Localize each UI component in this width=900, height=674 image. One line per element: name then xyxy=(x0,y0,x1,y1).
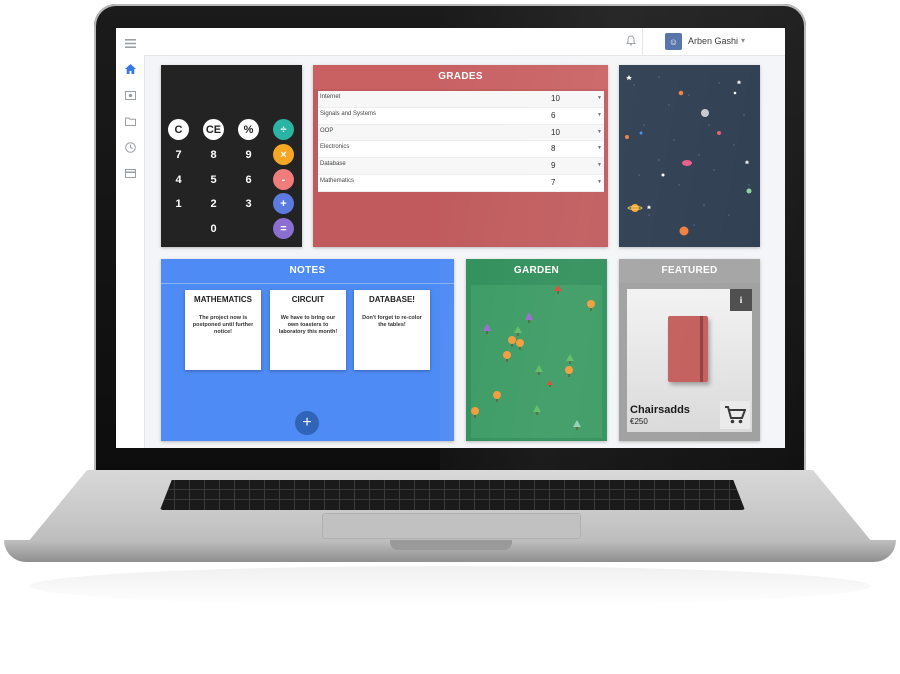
notes-widget: NOTES MATHEMATICS The project now is pos… xyxy=(161,259,454,441)
featured-title: FEATURED xyxy=(619,259,760,283)
calc-key-3[interactable]: 3 xyxy=(238,193,259,214)
chevron-down-icon[interactable]: ▼ xyxy=(597,112,602,118)
grade-row[interactable]: Internet 10 ▼ xyxy=(318,91,604,108)
note-card[interactable]: DATABASE! Don't forget to re-color the t… xyxy=(354,290,430,370)
calculator-widget: C CE % ÷ 7 8 9 × 4 5 6 - 1 2 3 + 0 = xyxy=(161,65,302,247)
laptop-keyboard xyxy=(160,480,745,510)
grade-value[interactable]: 9 xyxy=(551,161,555,170)
chevron-down-icon[interactable]: ▼ xyxy=(597,179,602,185)
grade-subject: Signals and Systems xyxy=(320,110,377,117)
grade-subject: OOP xyxy=(320,127,334,134)
note-card[interactable]: CIRCUIT We have to bring our own toaster… xyxy=(270,290,346,370)
calc-key-clear-entry[interactable]: CE xyxy=(203,119,224,140)
calc-key-divide[interactable]: ÷ xyxy=(273,119,294,140)
calc-key-8[interactable]: 8 xyxy=(203,144,224,165)
garden-field xyxy=(471,285,602,438)
calc-key-2[interactable]: 2 xyxy=(203,193,224,214)
chevron-down-icon[interactable]: ▼ xyxy=(597,145,602,151)
product-image xyxy=(668,316,708,382)
featured-widget: FEATURED i Chairsadds €250 xyxy=(619,259,760,441)
space-scene xyxy=(625,75,752,236)
screen: ☺ Arben Gashi ▾ C CE % ÷ 7 8 9 × 4 5 6 -… xyxy=(116,28,785,448)
notes-title: NOTES xyxy=(161,259,454,284)
calc-key-6[interactable]: 6 xyxy=(238,169,259,190)
calc-key-clear[interactable]: C xyxy=(168,119,189,140)
laptop-mockup: ☺ Arben Gashi ▾ C CE % ÷ 7 8 9 × 4 5 6 -… xyxy=(0,0,900,674)
calc-key-7[interactable]: 7 xyxy=(168,144,189,165)
calc-key-0[interactable]: 0 xyxy=(203,218,224,239)
grade-value[interactable]: 10 xyxy=(551,94,560,103)
topbar: ☺ Arben Gashi ▾ xyxy=(144,28,785,56)
note-title: CIRCUIT xyxy=(291,295,325,304)
garden-widget: GARDEN xyxy=(466,259,607,441)
grade-subject: Mathematics xyxy=(320,177,355,184)
grade-subject: Electronics xyxy=(320,144,350,151)
calc-key-multiply[interactable]: × xyxy=(273,144,294,165)
garden-title: GARDEN xyxy=(513,265,560,276)
calc-key-equals[interactable]: = xyxy=(273,218,294,239)
garden-trees xyxy=(471,285,595,430)
calc-key-5[interactable]: 5 xyxy=(203,169,224,190)
cart-icon[interactable] xyxy=(720,401,750,429)
chevron-down-icon[interactable]: ▾ xyxy=(741,36,745,45)
chevron-down-icon[interactable]: ▼ xyxy=(597,95,602,101)
grades-widget: GRADES Internet 10 ▼ Signals and Systems… xyxy=(313,65,608,247)
calc-key-plus[interactable]: + xyxy=(273,193,294,214)
grade-value[interactable]: 7 xyxy=(551,178,555,187)
laptop-notch xyxy=(390,540,512,550)
product-price: €250 xyxy=(630,417,648,426)
info-icon[interactable]: i xyxy=(730,289,752,311)
folder-icon[interactable] xyxy=(123,114,137,128)
grade-row[interactable]: Electronics 8 ▼ xyxy=(318,141,604,159)
grade-row[interactable]: OOP 10 ▼ xyxy=(318,124,604,142)
chevron-down-icon[interactable]: ▼ xyxy=(597,129,602,135)
grade-value[interactable]: 8 xyxy=(551,144,555,153)
grades-list: Internet 10 ▼ Signals and Systems 6 ▼ OO… xyxy=(318,91,604,192)
note-card[interactable]: MATHEMATICS The project now is postponed… xyxy=(185,290,261,370)
card-icon[interactable] xyxy=(123,166,137,180)
topbar-divider xyxy=(642,28,643,55)
laptop-trackpad xyxy=(322,513,581,539)
grade-row[interactable]: Signals and Systems 6 ▼ xyxy=(318,108,604,125)
avatar[interactable]: ☺ xyxy=(665,33,682,50)
note-body: We have to bring our own toasters to lab… xyxy=(278,315,338,335)
product-name: Chairsadds xyxy=(630,404,690,416)
grade-row[interactable]: Mathematics 7 ▼ xyxy=(318,175,604,192)
home-icon[interactable] xyxy=(123,62,137,76)
note-body: Don't forget to re-color the tables! xyxy=(362,315,422,328)
grade-subject: Database xyxy=(320,161,346,168)
note-title: DATABASE! xyxy=(369,295,415,304)
menu-icon[interactable] xyxy=(123,36,137,50)
calc-key-4[interactable]: 4 xyxy=(168,169,189,190)
calc-key-percent[interactable]: % xyxy=(238,119,259,140)
user-name[interactable]: Arben Gashi xyxy=(688,36,738,46)
note-body: The project now is postponed until furth… xyxy=(192,315,254,335)
laptop-reflection xyxy=(30,566,870,606)
grade-subject: Internet xyxy=(320,94,341,100)
grades-title: GRADES xyxy=(313,65,608,89)
grade-row[interactable]: Database 9 ▼ xyxy=(318,158,604,175)
space-illustration xyxy=(619,65,760,247)
sidebar xyxy=(116,28,145,448)
grade-value[interactable]: 10 xyxy=(551,128,560,137)
calc-key-9[interactable]: 9 xyxy=(238,144,259,165)
money-icon[interactable] xyxy=(123,88,137,102)
calc-key-1[interactable]: 1 xyxy=(168,193,189,214)
add-note-button[interactable]: + xyxy=(295,411,319,435)
bell-icon[interactable] xyxy=(626,35,636,49)
clock-icon[interactable] xyxy=(123,140,137,154)
note-title: MATHEMATICS xyxy=(194,295,252,304)
chevron-down-icon[interactable]: ▼ xyxy=(597,162,602,168)
calc-key-minus[interactable]: - xyxy=(273,169,294,190)
grade-value[interactable]: 6 xyxy=(551,111,555,120)
product-card[interactable]: i Chairsadds €250 xyxy=(627,289,752,432)
